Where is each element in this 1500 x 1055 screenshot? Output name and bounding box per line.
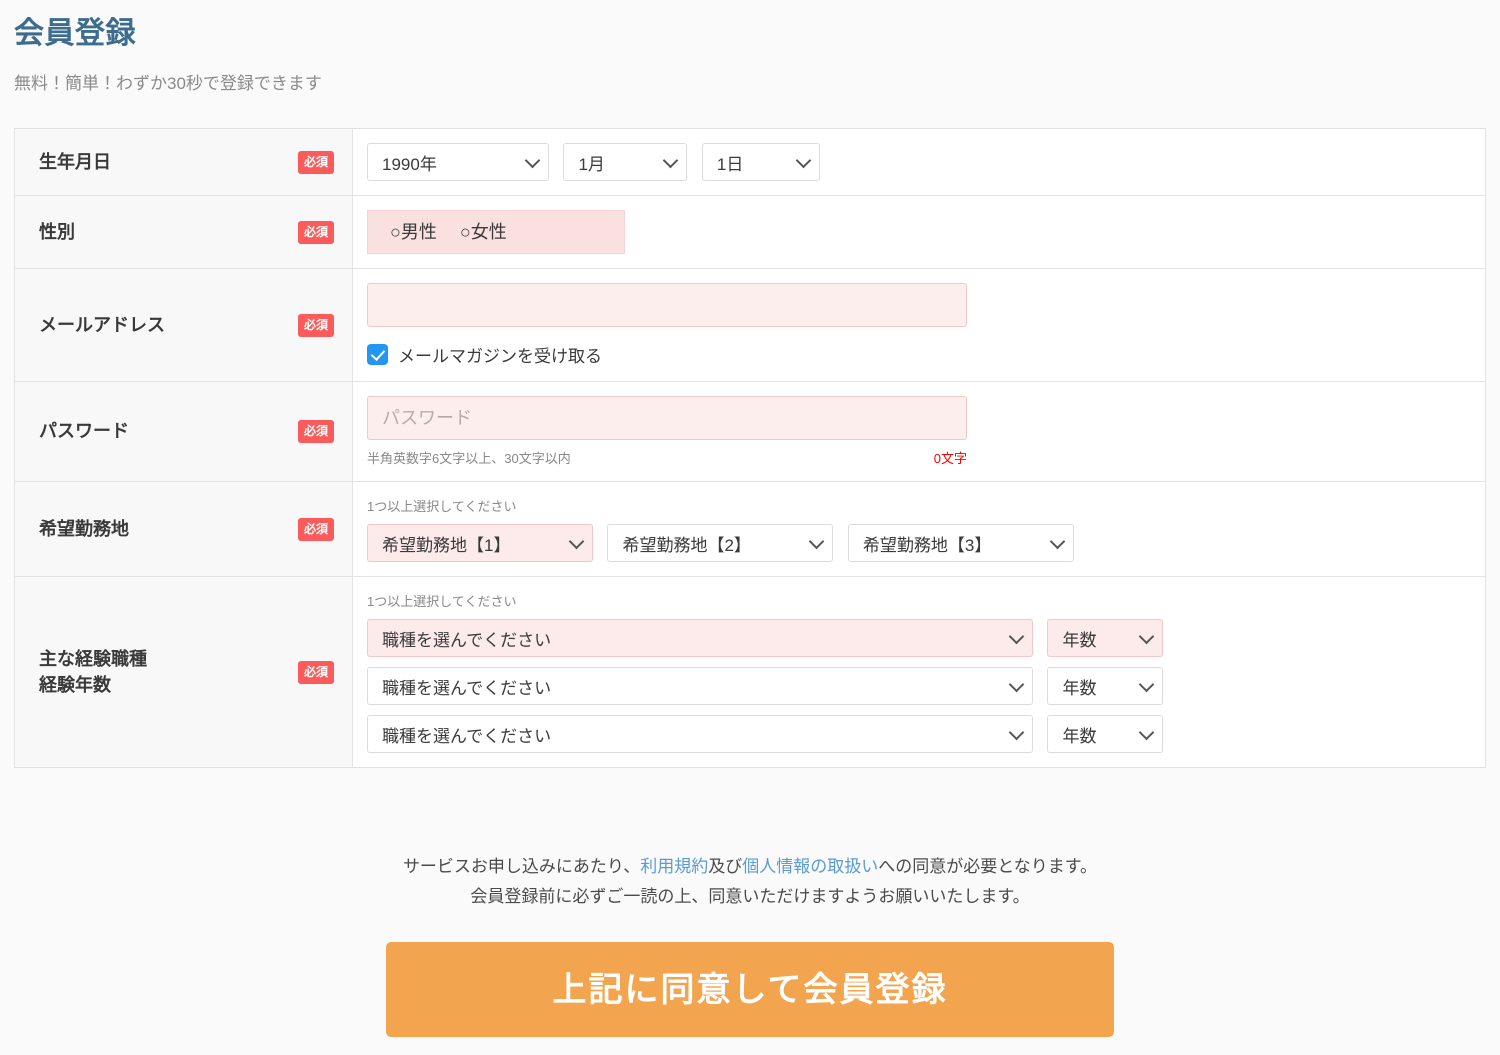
label-cell-work-location: 希望勤務地 必須	[14, 481, 353, 577]
field-cell-password: パスワード 半角英数字6文字以上、30文字以内 0文字	[352, 381, 1486, 482]
job-type-1-value: 職種を選んでください	[382, 630, 552, 650]
required-badge-email: 必須	[297, 313, 334, 337]
experience-row-2: 職種を選んでください 年数	[367, 667, 1485, 705]
chevron-down-icon	[1008, 724, 1025, 741]
job-years-select-3[interactable]: 年数	[1047, 715, 1164, 753]
label-cell-birthdate: 生年月日 必須	[14, 128, 353, 196]
work-location-1-value: 希望勤務地【1】	[382, 535, 511, 555]
form-row-gender: 性別 必須 ○男性 ○女性	[14, 195, 1486, 269]
chevron-down-icon	[1139, 676, 1155, 693]
work-location-select-2[interactable]: 希望勤務地【2】	[607, 524, 834, 562]
chevron-down-icon	[809, 533, 825, 550]
label-password: パスワード	[39, 421, 129, 442]
field-cell-email: メールマガジンを受け取る	[352, 268, 1486, 382]
work-location-3-value: 希望勤務地【3】	[862, 535, 992, 555]
terms-prefix: サービスお申し込みにあたり、	[402, 857, 641, 876]
email-input[interactable]	[367, 283, 967, 327]
field-cell-work-location: 1つ以上選択してください 希望勤務地【1】 希望勤務地【2】 希望勤務地【3】	[352, 481, 1486, 577]
birth-month-select[interactable]: 1月	[563, 143, 688, 181]
label-cell-email: メールアドレス 必須	[14, 268, 353, 382]
gender-female-label: ○女性	[459, 222, 507, 242]
registration-form-table: 生年月日 必須 1990年 1月 1日 性別 必須 ○男性 ○女性 メールアドレ…	[14, 128, 1486, 768]
gender-radio-group: ○男性 ○女性	[367, 210, 625, 254]
birth-year-select[interactable]: 1990年	[367, 143, 549, 181]
terms-line-2: 会員登録前に必ずご一読の上、同意いただけますようお願いいたします。	[470, 886, 1030, 906]
password-placeholder: パスワード	[382, 408, 472, 428]
chevron-down-icon	[1139, 724, 1155, 741]
required-badge-experience: 必須	[297, 660, 334, 684]
label-experience: 主な経験職種 経験年数	[39, 648, 147, 695]
newsletter-checkbox[interactable]	[367, 344, 388, 365]
job-years-1-value: 年数	[1062, 630, 1097, 650]
label-email: メールアドレス	[39, 314, 165, 335]
job-type-select-3[interactable]: 職種を選んでください	[367, 715, 1033, 753]
chevron-down-icon	[663, 152, 679, 169]
label-cell-experience: 主な経験職種 経験年数 必須	[14, 576, 353, 768]
field-cell-experience: 1つ以上選択してください 職種を選んでください 年数 職種を選んでください 年数…	[352, 576, 1486, 768]
form-row-experience: 主な経験職種 経験年数 必須 1つ以上選択してください 職種を選んでください 年…	[14, 576, 1486, 768]
password-hint-row: 半角英数字6文字以上、30文字以内 0文字	[367, 448, 967, 467]
job-type-select-2[interactable]: 職種を選んでください	[367, 667, 1033, 705]
work-location-select-3[interactable]: 希望勤務地【3】	[847, 524, 1074, 562]
required-badge-password: 必須	[297, 420, 334, 443]
terms-suffix: への同意が必要となります。	[878, 857, 1098, 876]
chevron-down-icon	[1139, 628, 1155, 645]
field-cell-birthdate: 1990年 1月 1日	[352, 128, 1486, 196]
password-char-counter: 0文字	[933, 451, 967, 466]
label-cell-password: パスワード 必須	[14, 381, 353, 482]
chevron-down-icon	[1008, 628, 1025, 645]
terms-line-1: サービスお申し込みにあたり、利用規約及び個人情報の取扱いへの同意が必要となります…	[0, 852, 1500, 882]
experience-hint: 1つ以上選択してください	[367, 594, 517, 609]
chevron-down-icon	[568, 533, 585, 550]
birth-day-select[interactable]: 1日	[701, 143, 820, 181]
birth-month-value: 1月	[578, 154, 605, 174]
job-type-select-1[interactable]: 職種を選んでください	[367, 619, 1033, 657]
form-row-password: パスワード 必須 パスワード 半角英数字6文字以上、30文字以内 0文字	[14, 381, 1486, 482]
label-cell-gender: 性別 必須	[14, 195, 353, 269]
chevron-down-icon	[795, 152, 812, 169]
page-title: 会員登録	[14, 17, 136, 50]
label-work-location: 希望勤務地	[39, 518, 129, 539]
experience-row-1: 職種を選んでください 年数	[367, 619, 1485, 657]
gender-radio-male[interactable]: ○男性	[390, 222, 442, 242]
form-row-birthdate: 生年月日 必須 1990年 1月 1日	[14, 128, 1486, 196]
terms-of-service-link[interactable]: 利用規約	[640, 857, 708, 876]
terms-agreement-text: サービスお申し込みにあたり、利用規約及び個人情報の取扱いへの同意が必要となります…	[0, 852, 1500, 912]
gender-male-label: ○男性	[390, 222, 437, 242]
chevron-down-icon	[1049, 533, 1066, 550]
experience-row-3: 職種を選んでください 年数	[367, 715, 1485, 753]
gender-radio-female[interactable]: ○女性	[460, 222, 507, 242]
job-years-select-2[interactable]: 年数	[1047, 667, 1164, 705]
birth-year-value: 1990年	[382, 154, 437, 174]
chevron-down-icon	[524, 152, 541, 169]
newsletter-checkbox-row: メールマガジンを受け取る	[367, 342, 1485, 367]
job-years-2-value: 年数	[1062, 678, 1097, 698]
registration-page: 会員登録 無料！簡単！わずか30秒で登録できます 生年月日 必須 1990年 1…	[0, 0, 1500, 1055]
submit-button-container: 上記に同意して会員登録	[0, 942, 1500, 1037]
required-badge-birthdate: 必須	[297, 150, 334, 174]
password-hint: 半角英数字6文字以上、30文字以内	[367, 451, 571, 466]
job-type-2-value: 職種を選んでください	[382, 678, 552, 698]
password-input[interactable]: パスワード	[367, 396, 967, 440]
page-subtitle: 無料！簡単！わずか30秒で登録できます	[14, 74, 322, 93]
terms-mid: 及び	[708, 857, 743, 876]
required-badge-work-location: 必須	[297, 517, 334, 541]
required-badge-gender: 必須	[297, 220, 334, 244]
job-years-3-value: 年数	[1062, 726, 1097, 746]
work-location-2-value: 希望勤務地【2】	[622, 535, 751, 555]
form-row-work-location: 希望勤務地 必須 1つ以上選択してください 希望勤務地【1】 希望勤務地【2】	[14, 481, 1486, 577]
newsletter-label: メールマガジンを受け取る	[398, 347, 602, 366]
submit-registration-button[interactable]: 上記に同意して会員登録	[386, 942, 1114, 1037]
privacy-policy-link[interactable]: 個人情報の取扱い	[742, 857, 878, 876]
job-type-3-value: 職種を選んでください	[382, 726, 552, 746]
birth-day-value: 1日	[716, 154, 744, 174]
label-birthdate: 生年月日	[39, 151, 111, 172]
job-years-select-1[interactable]: 年数	[1047, 619, 1164, 657]
label-gender: 性別	[39, 221, 75, 242]
work-location-select-1[interactable]: 希望勤務地【1】	[367, 524, 593, 562]
field-cell-gender: ○男性 ○女性	[352, 195, 1486, 269]
work-location-hint: 1つ以上選択してください	[367, 499, 517, 514]
form-row-email: メールアドレス 必須 メールマガジンを受け取る	[14, 268, 1486, 382]
chevron-down-icon	[1008, 676, 1025, 693]
